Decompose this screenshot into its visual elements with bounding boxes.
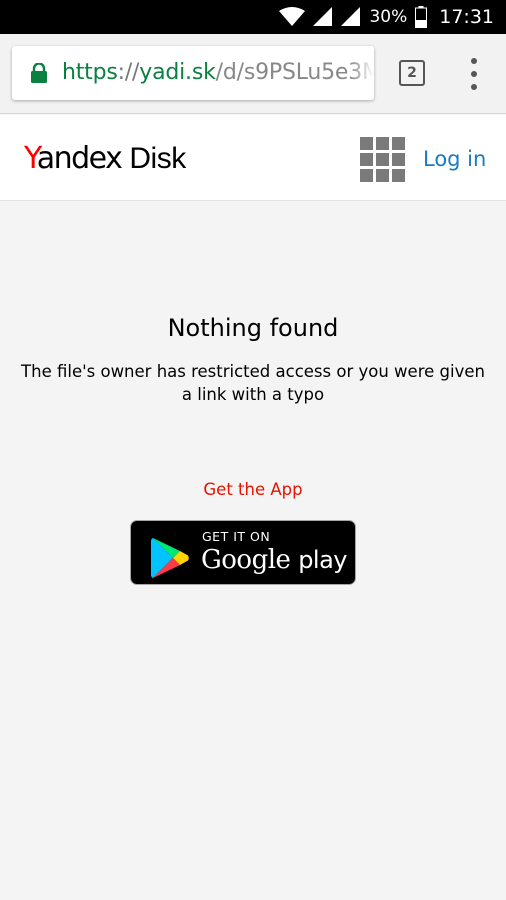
url-text: https://yadi.sk/d/s9PSLu5e3M [62, 60, 374, 85]
signal-icon-2 [341, 7, 361, 26]
main-content: Nothing found The file's owner has restr… [0, 202, 506, 900]
badge-top-text: GET IT ON [202, 529, 271, 544]
status-bar: 30% 17:31 [0, 0, 506, 34]
signal-icon [313, 7, 333, 26]
wifi-icon [279, 7, 306, 26]
logo-product: Disk [129, 142, 186, 175]
get-app-link[interactable]: Get the App [0, 480, 506, 499]
url-scheme: https [62, 60, 118, 85]
google-play-icon [151, 538, 189, 578]
browser-menu-icon[interactable] [462, 58, 486, 90]
logo-y: Y [24, 141, 38, 176]
yandex-disk-logo[interactable]: Yandex Disk [24, 141, 186, 176]
error-message: The file's owner has restricted access o… [21, 362, 485, 404]
url-separator: :// [117, 60, 140, 85]
apps-grid-icon[interactable] [360, 137, 405, 182]
battery-level: 30% [369, 7, 408, 27]
tab-count: 2 [407, 65, 417, 81]
url-fade [350, 46, 374, 100]
badge-play: play [298, 546, 347, 574]
logo-brand: andex [36, 141, 123, 176]
tab-switcher-button[interactable]: 2 [399, 60, 425, 86]
badge-google: Google [201, 545, 291, 575]
status-icons: 30% 17:31 [279, 0, 494, 34]
google-play-badge[interactable]: GET IT ON Google play [130, 520, 356, 585]
browser-toolbar: https://yadi.sk/d/s9PSLu5e3M 2 [0, 34, 506, 114]
page-title: Nothing found [167, 314, 339, 342]
url-host: yadi.sk [139, 60, 216, 85]
battery-icon [415, 6, 428, 28]
clock: 17:31 [439, 6, 494, 28]
lock-icon [31, 63, 47, 83]
address-bar[interactable]: https://yadi.sk/d/s9PSLu5e3M [12, 46, 374, 100]
site-header: Yandex Disk Log in [0, 115, 506, 201]
badge-bottom-text: Google play [201, 545, 347, 575]
login-link[interactable]: Log in [423, 147, 486, 171]
